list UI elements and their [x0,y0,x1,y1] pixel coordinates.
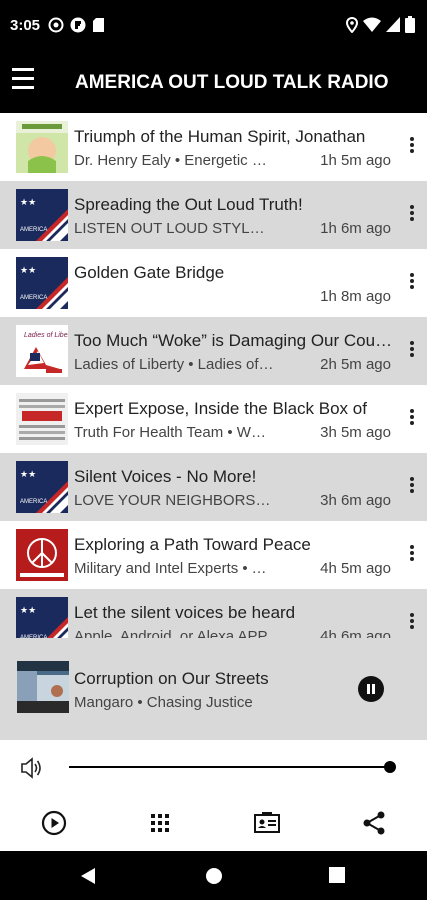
episode-list[interactable]: Triumph of the Human Spirit, Jonathan Dr… [0,113,427,638]
more-options-icon[interactable] [409,477,415,497]
episode-row[interactable]: Expert Expose, Inside the Black Box of T… [0,385,427,453]
flipboard-icon [70,17,86,33]
episode-subtitle: Military and Intel Experts • The Defense [74,560,274,577]
status-right-icons [346,16,415,33]
episode-row[interactable]: ★★ AMERICA Golden Gate Bridge 1h 8m ago [0,249,427,317]
svg-text:AMERICA: AMERICA [20,295,47,301]
status-time: 3:05 [10,17,41,34]
signal-icon [386,17,400,32]
podcast-icon [48,17,64,33]
episode-thumbnail: ★★ AMERICA [16,189,68,241]
episode-subtitle: Dr. Henry Ealy • Energetic Health [74,152,274,169]
status-left-icons [48,17,105,33]
episode-time: 2h 5m ago [320,356,391,373]
app-bar: AMERICA OUT LOUD TALK RADIO [0,52,427,113]
sd-card-icon [93,18,104,32]
more-options-icon[interactable] [409,205,415,225]
location-icon [346,16,358,33]
episode-time: 1h 6m ago [320,220,391,237]
pause-icon[interactable] [358,676,384,702]
episode-title: Expert Expose, Inside the Black Box of [74,399,367,418]
svg-text:★★: ★★ [20,265,36,275]
episode-thumbnail [16,529,68,581]
grid-icon[interactable] [146,809,174,837]
now-playing-title: Corruption on Our Streets [74,669,269,688]
episode-time: 3h 6m ago [320,492,391,509]
now-playing-thumbnail [17,661,69,713]
more-options-icon[interactable] [409,341,415,361]
episode-thumbnail [16,121,68,173]
episode-thumbnail: Ladies of Liberty [16,325,68,377]
more-options-icon[interactable] [409,273,415,293]
episode-time: 1h 8m ago [320,288,391,305]
wifi-icon [363,17,381,32]
more-options-icon[interactable] [409,409,415,429]
episode-thumbnail: ★★ AMERICA [16,597,68,638]
episode-time: 4h 5m ago [320,560,391,577]
episode-title: Triumph of the Human Spirit, Jonathan [74,127,366,146]
more-options-icon[interactable] [409,137,415,157]
svg-text:AMERICA: AMERICA [20,227,47,233]
episode-row[interactable]: Exploring a Path Toward Peace Military a… [0,521,427,589]
episode-row[interactable]: Triumph of the Human Spirit, Jonathan Dr… [0,113,427,181]
more-options-icon[interactable] [409,545,415,565]
episode-time: 4h 6m ago [320,628,391,638]
episode-title: Golden Gate Bridge [74,263,225,282]
bottom-toolbar [0,796,427,851]
volume-bar [0,740,427,796]
play-circle-icon[interactable] [40,809,68,837]
svg-text:★★: ★★ [20,605,36,615]
battery-icon [405,16,415,33]
episode-title: Too Much “Woke” is Damaging Our Country [74,331,394,350]
volume-slider-thumb[interactable] [384,761,396,773]
home-icon[interactable] [205,867,223,885]
svg-text:★★: ★★ [20,469,36,479]
episode-time: 1h 5m ago [320,152,391,169]
status-bar: 3:05 [0,0,427,52]
episode-subtitle: Truth For Health Team • White Coat [74,424,274,441]
episode-row[interactable]: ★★ AMERICA Silent Voices - No More! LOVE … [0,453,427,521]
recents-icon[interactable] [329,867,345,883]
episode-time: 3h 5m ago [320,424,391,441]
share-icon[interactable] [360,809,388,837]
now-playing-subtitle: Mangaro • Chasing Justice [74,694,253,711]
episode-title: Exploring a Path Toward Peace [74,535,311,554]
episode-thumbnail: ★★ AMERICA [16,461,68,513]
episode-title: Spreading the Out Loud Truth! [74,195,303,214]
more-options-icon[interactable] [409,613,415,633]
volume-icon[interactable] [20,757,44,779]
episode-title: Silent Voices - No More! [74,467,257,486]
volume-slider-track[interactable] [69,766,391,768]
episode-row[interactable]: ★★ AMERICA Spreading the Out Loud Truth! … [0,181,427,249]
episode-subtitle: Ladies of Liberty • Ladies of Liberty [74,356,274,373]
episode-subtitle: Apple, Android, or Alexa APP [74,628,268,638]
episode-row[interactable]: Ladies of Liberty Too Much “Woke” is Dam… [0,317,427,385]
svg-text:Ladies of Liberty: Ladies of Liberty [24,332,68,339]
podcast-card-icon[interactable] [253,809,281,837]
episode-thumbnail: ★★ AMERICA [16,257,68,309]
episode-thumbnail [16,393,68,445]
svg-text:AMERICA: AMERICA [20,499,47,505]
episode-subtitle: LOVE YOUR NEIGHBORS • America Out Loud [74,492,274,509]
episode-subtitle: LISTEN OUT LOUD STYLE • America Out Loud [74,220,274,237]
episode-row[interactable]: ★★ AMERICA Let the silent voices be heard… [0,589,427,638]
app-title: AMERICA OUT LOUD TALK RADIO [75,72,389,93]
back-icon[interactable] [80,867,96,885]
hamburger-menu-icon[interactable] [12,68,36,92]
svg-text:★★: ★★ [20,197,36,207]
system-nav-bar [0,851,427,900]
episode-title: Let the silent voices be heard [74,603,296,622]
